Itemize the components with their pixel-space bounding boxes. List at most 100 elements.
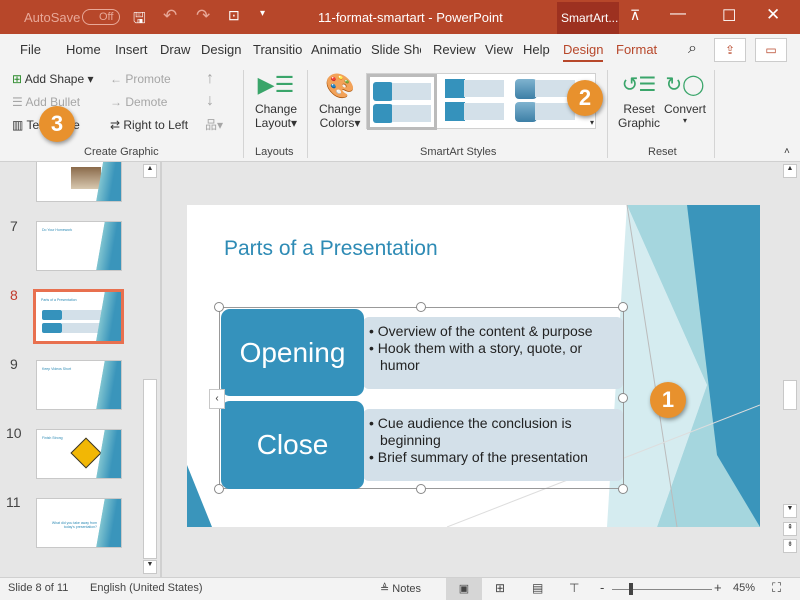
- normal-view-icon[interactable]: ▣: [446, 578, 482, 600]
- tab-slideshow[interactable]: Slide Sho: [371, 42, 421, 57]
- convert-button[interactable]: ↻◯ Convert ▾: [662, 72, 708, 125]
- tab-smartart-design[interactable]: Design: [563, 42, 604, 62]
- scrollbar-thumb[interactable]: [783, 380, 797, 410]
- callout-badge-3: 3: [39, 106, 75, 142]
- slide-number: 7: [10, 218, 18, 234]
- resize-handle[interactable]: [618, 393, 628, 403]
- slide-scrollbar[interactable]: ▲ ▼ ⇞ ⇟: [782, 162, 798, 577]
- undo-icon[interactable]: ↶: [163, 6, 177, 26]
- previous-slide-button[interactable]: ⇞: [783, 522, 797, 536]
- slide-thumbnail-11[interactable]: What did you take away from today's pres…: [36, 498, 122, 548]
- document-title: 11-format-smartart - PowerPoint: [318, 10, 503, 25]
- resize-handle[interactable]: [416, 302, 426, 312]
- maximize-icon[interactable]: ☐: [722, 6, 736, 26]
- customize-qat-icon[interactable]: ▾: [260, 8, 265, 19]
- tab-design[interactable]: Design: [201, 42, 241, 57]
- gallery-more-icon[interactable]: ▾: [590, 118, 594, 127]
- tab-home[interactable]: Home: [66, 42, 101, 57]
- slide-thumbnail-8[interactable]: Parts of a Presentation: [33, 289, 124, 344]
- resize-handle[interactable]: [618, 302, 628, 312]
- add-bullet-button[interactable]: ☰ Add Bullet: [12, 95, 80, 109]
- next-slide-button[interactable]: ⇟: [783, 539, 797, 553]
- slide-number: 10: [6, 425, 22, 441]
- scrollbar-thumb[interactable]: [143, 379, 157, 559]
- zoom-slider[interactable]: [612, 589, 712, 590]
- tab-help[interactable]: Help: [523, 42, 550, 57]
- language-indicator[interactable]: English (United States): [90, 582, 203, 594]
- group-label-smartart-styles: SmartArt Styles: [420, 146, 497, 158]
- move-up-icon[interactable]: ↑: [206, 70, 214, 88]
- resize-handle[interactable]: [214, 484, 224, 494]
- present-icon[interactable]: ⊡: [228, 7, 240, 24]
- slide-thumbnail-pane: 7 Do Your Homework 8 Parts of a Presenta…: [0, 162, 142, 577]
- text-pane-toggle-icon[interactable]: ‹: [209, 389, 225, 409]
- slide-sorter-icon[interactable]: ⊞: [495, 581, 505, 595]
- smartart-shape-close[interactable]: Close: [221, 401, 364, 489]
- collapse-ribbon-icon[interactable]: ˄: [784, 146, 790, 157]
- resize-handle[interactable]: [416, 484, 426, 494]
- resize-handle[interactable]: [618, 484, 628, 494]
- reset-graphic-button[interactable]: ↺☰ Reset Graphic: [614, 72, 664, 130]
- smartart-text-opening[interactable]: Overview of the content & purposeHook th…: [363, 317, 623, 389]
- autosave-toggle[interactable]: Off: [82, 9, 120, 25]
- tab-draw[interactable]: Draw: [160, 42, 190, 57]
- reset-graphic-icon: ↺☰: [621, 74, 657, 96]
- slideshow-icon[interactable]: ⊤: [569, 581, 579, 595]
- group-label-reset: Reset: [648, 146, 677, 158]
- tab-review[interactable]: Review: [433, 42, 476, 57]
- tab-insert[interactable]: Insert: [115, 42, 148, 57]
- change-colors-button[interactable]: 🎨 Change Colors▾: [316, 72, 364, 130]
- scroll-up-button[interactable]: ▲: [783, 164, 797, 178]
- smartart-styles-gallery[interactable]: ▾: [366, 73, 596, 130]
- smartart-text-close[interactable]: Cue audience the conclusion is beginning…: [363, 409, 623, 481]
- notes-button[interactable]: ≜ Notes: [380, 582, 421, 595]
- tab-transitions[interactable]: Transitio: [253, 42, 302, 57]
- slide-title[interactable]: Parts of a Presentation: [224, 237, 438, 261]
- add-shape-button[interactable]: ⊞ Add Shape ▾: [12, 72, 93, 86]
- thumbnail-scrollbar[interactable]: ▲ ▼: [142, 162, 158, 577]
- zoom-level[interactable]: 45%: [733, 582, 755, 594]
- move-down-icon[interactable]: ↓: [206, 92, 214, 110]
- promote-button[interactable]: ← Promote: [110, 72, 171, 86]
- slide-counter: Slide 8 of 11: [8, 582, 69, 594]
- share-button[interactable]: ⇪: [714, 38, 746, 62]
- smartart-shape-opening[interactable]: Opening: [221, 309, 364, 396]
- demote-button[interactable]: → Demote: [110, 95, 167, 109]
- tab-animations[interactable]: Animatio: [311, 42, 362, 57]
- tab-file[interactable]: File: [20, 42, 41, 57]
- reading-view-icon[interactable]: ▤: [532, 581, 543, 595]
- tab-view[interactable]: View: [485, 42, 513, 57]
- smartart-graphic[interactable]: Overview of the content & purposeHook th…: [219, 307, 624, 489]
- slide-thumbnail-6[interactable]: [36, 162, 122, 202]
- minimize-icon[interactable]: —: [670, 5, 686, 23]
- ribbon-tabs: File Home Insert Draw Design Transitio A…: [0, 34, 800, 66]
- slide-thumbnail-9[interactable]: Keep Videos Short: [36, 360, 122, 410]
- save-icon[interactable]: 🖫: [133, 8, 146, 33]
- layout-hierarchy-icon[interactable]: 品▾: [205, 116, 223, 133]
- zoom-slider-thumb[interactable]: [629, 583, 633, 595]
- ribbon-display-icon[interactable]: ⊼: [630, 7, 640, 24]
- zoom-in-button[interactable]: +: [714, 580, 722, 595]
- autosave-label: AutoSave: [24, 10, 81, 25]
- style-option-2[interactable]: [443, 77, 507, 127]
- ribbon: ⊞ Add Shape ▾ ← Promote ☰ Add Bullet → D…: [0, 66, 800, 162]
- scroll-up-button[interactable]: ▲: [143, 164, 157, 178]
- slide-thumbnail-7[interactable]: Do Your Homework: [36, 221, 122, 271]
- scroll-down-button[interactable]: ▼: [143, 560, 157, 574]
- slide-number: 11: [6, 494, 21, 510]
- slide-thumbnail-10[interactable]: Finish Strong: [36, 429, 122, 479]
- close-icon[interactable]: ✕: [766, 5, 780, 25]
- layout-icon: ▶☰: [257, 72, 295, 97]
- scroll-down-button[interactable]: ▼: [783, 504, 797, 518]
- resize-handle[interactable]: [214, 302, 224, 312]
- search-icon[interactable]: ⌕: [688, 40, 697, 58]
- comments-button[interactable]: ▭: [755, 38, 787, 62]
- change-layout-button[interactable]: ▶☰ Change Layout▾: [252, 72, 300, 130]
- redo-icon[interactable]: ↷: [196, 6, 210, 26]
- tab-smartart-format[interactable]: Format: [616, 42, 657, 57]
- slide-number: 9: [10, 356, 18, 372]
- right-to-left-button[interactable]: ⇄ Right to Left: [110, 118, 188, 132]
- zoom-out-button[interactable]: -: [600, 580, 604, 595]
- fit-to-window-icon[interactable]: ⛶: [772, 580, 781, 596]
- style-option-1[interactable]: [367, 74, 437, 130]
